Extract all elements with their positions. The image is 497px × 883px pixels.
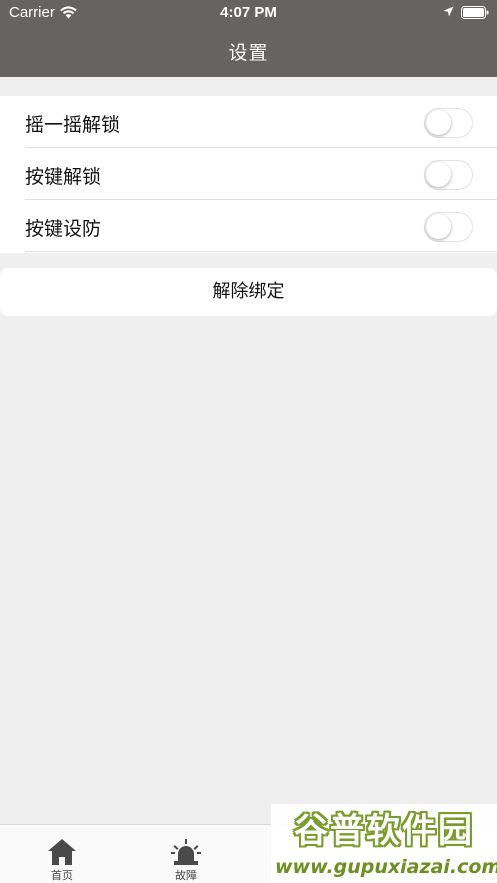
battery-icon xyxy=(461,6,489,19)
toggle-knob xyxy=(426,162,451,187)
tab-label: 首页 xyxy=(51,869,73,882)
tab-label: 故障 xyxy=(175,869,197,882)
tab-fault[interactable]: 故障 xyxy=(124,825,248,883)
setting-label: 摇一摇解锁 xyxy=(25,114,121,136)
alarm-icon xyxy=(171,839,201,865)
navigation-header: Carrier 4:07 PM 设置 xyxy=(0,0,497,77)
key-arm-toggle[interactable] xyxy=(424,212,473,242)
page-title: 设置 xyxy=(228,42,269,64)
shake-unlock-toggle[interactable] xyxy=(424,108,473,138)
toggle-knob xyxy=(426,214,451,239)
watermark-url: www.gupuxiazai.com xyxy=(275,856,497,878)
location-arrow-icon xyxy=(443,6,454,17)
toggle-knob xyxy=(426,110,451,135)
settings-list: 摇一摇解锁 按键解锁 按键设防 xyxy=(0,96,497,253)
setting-row-key-unlock: 按键解锁 xyxy=(0,148,497,200)
status-bar: Carrier 4:07 PM xyxy=(0,0,497,26)
site-watermark: 谷普软件园 www.gupuxiazai.com xyxy=(271,804,497,883)
setting-row-shake-unlock: 摇一摇解锁 xyxy=(0,96,497,148)
watermark-logo: 谷普软件园 xyxy=(294,811,474,851)
setting-label: 按键设防 xyxy=(25,218,102,240)
status-time: 4:07 PM xyxy=(220,4,277,21)
setting-row-key-arm: 按键设防 xyxy=(0,200,497,252)
home-icon xyxy=(48,839,76,865)
tab-home[interactable]: 首页 xyxy=(0,825,124,883)
unbind-button[interactable]: 解除绑定 xyxy=(0,268,497,316)
key-unlock-toggle[interactable] xyxy=(424,160,473,190)
row-divider xyxy=(25,251,497,252)
setting-label: 按键解锁 xyxy=(25,166,102,188)
